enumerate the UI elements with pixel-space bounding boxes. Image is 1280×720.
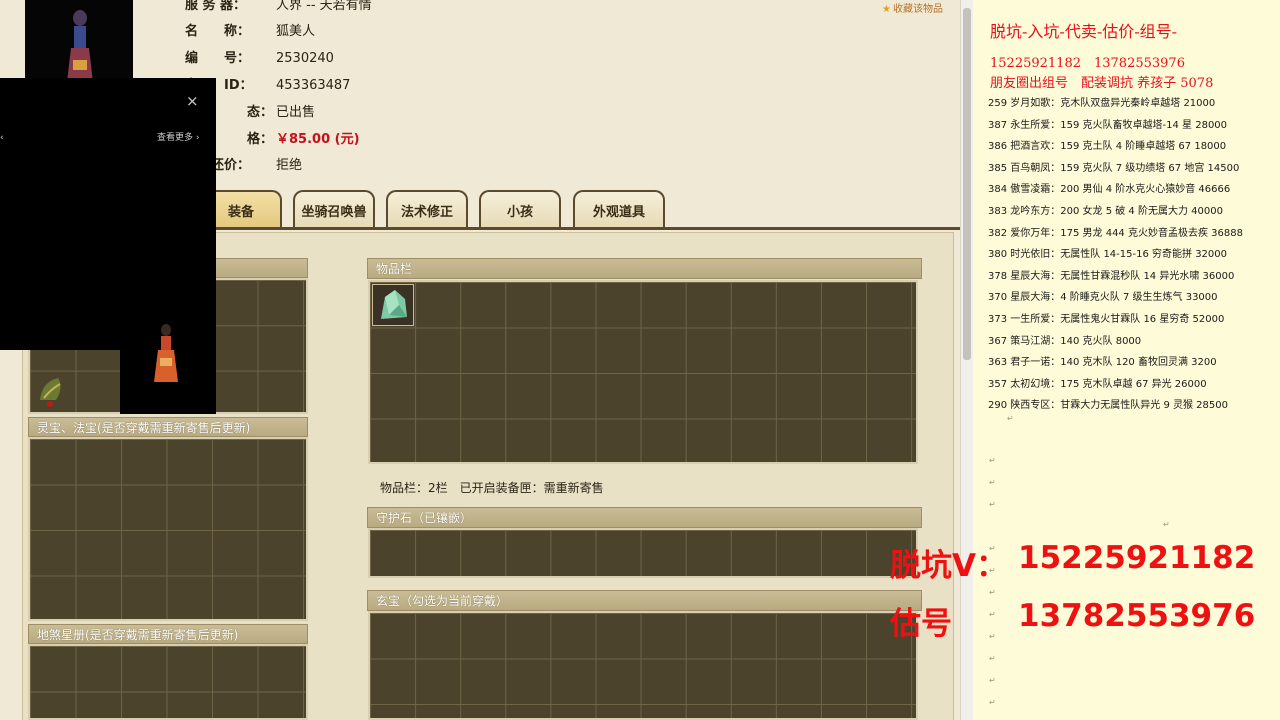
tab-spell-correction[interactable]: 法术修正 [386, 190, 468, 228]
inventory-section-header: 物品栏 [367, 258, 922, 279]
trade-item-page: ★ 收藏该物品 服 务 器： 人界 -- 天若有情 名 称： 狐美人 编 号： 2530… [0, 0, 960, 720]
tab-child[interactable]: 小孩 [479, 190, 561, 228]
guard-stone-section-header: 守护石（已镶嵌） [367, 507, 922, 528]
list-item: 370 星辰大海：4 阶睡克火队 7 级生生炼气 33000 [988, 292, 1218, 304]
list-item: 382 爱你万年：175 男龙 444 克火妙音孟极去疾 36888 [988, 227, 1243, 239]
popup-prev-arrow[interactable]: ‹ [0, 133, 4, 143]
return-mark: ↵ [1163, 520, 1170, 529]
overlay-appraisal-phone: 13782553976 [1018, 598, 1256, 634]
notes-phones: 15225921182 13782553976 [990, 56, 1185, 71]
list-item: 367 策马江湖：140 克火队 8000 [988, 335, 1142, 347]
overlay-appraisal-label: 估号 [890, 606, 952, 642]
character-model-icon [154, 324, 178, 382]
popup-close-button[interactable]: × [186, 92, 199, 110]
list-item: 290 陕西专区：甘霖大力无属性队异光 9 灵猴 28500 [988, 400, 1228, 412]
scrollbar-thumb[interactable] [963, 8, 971, 360]
equipment-slot-item[interactable] [30, 370, 72, 412]
weapon-item-icon [40, 378, 61, 407]
list-item: 259 岁月如歌：克木队双盘异光秦岭卓越塔 21000 [988, 98, 1216, 109]
list-item: 384 傲雪凌霜：200 男仙 4 阶水克火心猿妙音 46666 [988, 184, 1231, 196]
tab-appearance[interactable]: 外观道具 [573, 190, 665, 228]
list-item: 357 太初幻境：175 克木队卓越 67 异光 26000 [988, 378, 1207, 390]
star-icon: ★ [882, 4, 891, 15]
return-mark: ↵ [989, 610, 996, 619]
return-mark: ↵ [989, 676, 996, 685]
disha-section-header: 地煞星册(是否穿戴需重新寄售后更新) [28, 624, 308, 644]
lingbao-section-header: 灵宝、法宝(是否穿戴需重新寄售后更新) [28, 417, 308, 437]
return-mark: ↵ [989, 478, 996, 487]
return-mark: ↵ [989, 698, 996, 707]
return-mark: ↵ [989, 632, 996, 641]
list-item: 385 百鸟朝凤：159 克火队 7 级功绩塔 67 地宫 14500 [988, 162, 1240, 174]
tab-mounts-pets[interactable]: 坐骑召唤兽 [293, 190, 375, 228]
vertical-scrollbar[interactable] [960, 0, 973, 720]
inventory-grid [368, 280, 918, 464]
list-item: 386 把酒言欢：159 克土队 4 阶睡卓越塔 67 18000 [988, 141, 1227, 153]
lingbao-grid [28, 437, 308, 621]
overlay-contact-label: 脱坑V： [890, 548, 1007, 584]
list-item: 387 永生所爱：159 克火队畜牧卓越塔-14 星 28000 [988, 119, 1228, 131]
price-value: ￥85.00 (元) [276, 132, 360, 147]
inventory-note: 物品栏：2栏 已开启装备匣：需重新寄售 [380, 481, 604, 495]
disha-grid [28, 644, 308, 720]
list-item: 373 一生所爱：无属性鬼火甘霖队 16 星穷奇 52000 [988, 313, 1225, 325]
list-item: 363 君子一诺：140 克木队 120 畜牧回灵满 3200 [988, 357, 1217, 369]
inventory-slot-item[interactable] [372, 284, 414, 326]
overlay-contact-phone: 15225921182 [1018, 540, 1256, 576]
return-mark: ↵ [989, 654, 996, 663]
guard-stone-grid [368, 528, 918, 578]
favorite-link[interactable]: ★ 收藏该物品 [882, 0, 943, 15]
return-mark: ↵ [989, 456, 996, 465]
notes-list: 259 岁月如歌：克木队双盘异光秦岭卓越塔 21000 387 永生所爱：159… [988, 93, 1243, 417]
list-item: 380 时光依旧：无属性队 14-15-16 穷奇能拼 32000 [988, 249, 1228, 261]
return-mark: ↵ [989, 500, 996, 509]
notes-title: 脱坑-入坑-代卖-估价-组号- [990, 22, 1178, 41]
character-preview [120, 278, 216, 414]
xuanbao-grid [368, 611, 918, 720]
jade-stone-icon [381, 290, 407, 319]
return-mark: ↵ [1007, 414, 1014, 423]
notes-slogan: 朋友圈出组号 配装调抗 养孩子 5078 [990, 76, 1214, 91]
popup-more-link[interactable]: 查看更多 › [157, 130, 199, 143]
xuanbao-section-header: 玄宝（勾选为当前穿戴） [367, 590, 922, 611]
list-item: 383 龙吟东方：200 女龙 5 破 4 阶无属大力 40000 [988, 205, 1223, 217]
return-mark: ↵ [989, 588, 996, 597]
list-item: 378 星辰大海：无属性甘霖混秒队 14 异光水啸 36000 [988, 270, 1235, 282]
